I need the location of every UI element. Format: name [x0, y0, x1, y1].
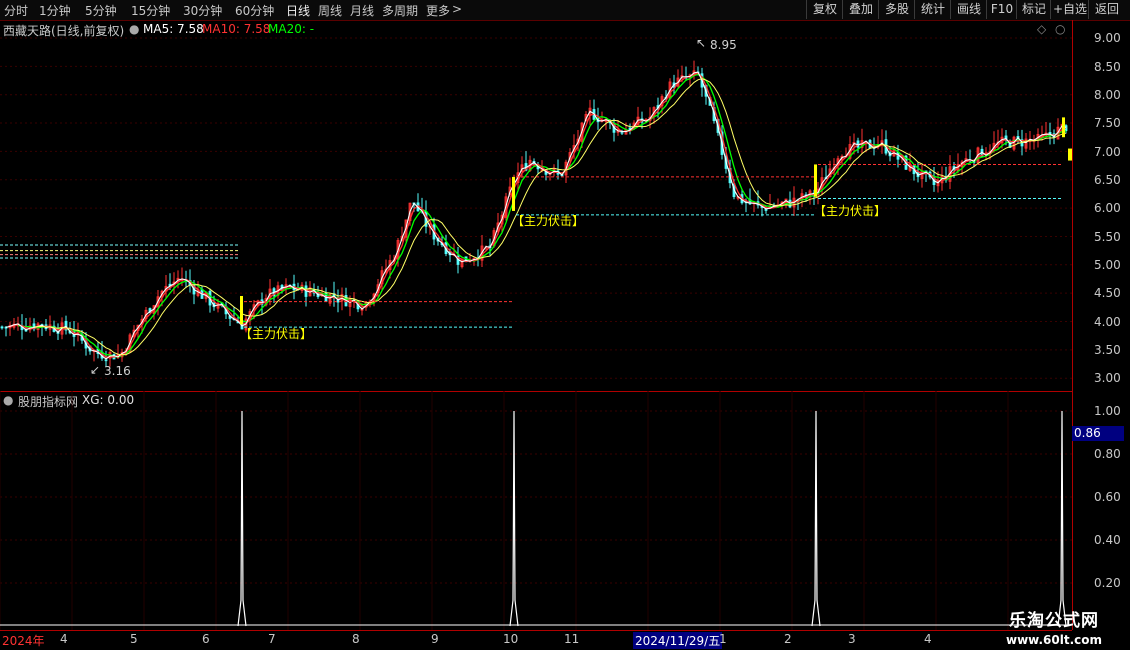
candle-body — [0, 326, 4, 329]
indicator-spike — [509, 410, 519, 627]
signal-label: 【主力伏击】 — [814, 204, 887, 218]
watermark-name: 乐淘公式网 — [1009, 611, 1099, 631]
signal-bar — [1062, 117, 1065, 138]
candle-body — [104, 359, 108, 362]
indicator-spike — [237, 410, 247, 627]
signal-bar — [240, 295, 243, 325]
date-tick: 1 — [719, 632, 727, 646]
date-tick: 11 — [564, 632, 580, 646]
date-tick: 4 — [60, 632, 68, 646]
high-marker: ↖ — [696, 36, 707, 50]
signal-label: 【主力伏击】 — [240, 327, 313, 341]
date-tick: 4 — [924, 632, 932, 646]
date-tick: 3 — [848, 632, 856, 646]
date-tick: 2 — [784, 632, 792, 646]
kline-chart — [0, 37, 1072, 630]
signal-label: 【主力伏击】 — [512, 214, 585, 228]
date-tick: 2024年 — [2, 634, 45, 648]
signal-bar — [814, 164, 817, 197]
date-tick: 9 — [431, 632, 439, 646]
cursor-date: 2024/11/29/五 — [633, 632, 723, 649]
low-marker: ↙ — [90, 363, 101, 377]
watermark-url: www.60lt.com — [1005, 633, 1103, 647]
date-tick: 10 — [503, 632, 519, 646]
indicator-spike — [811, 410, 821, 627]
watermark: 乐淘公式网 www.60lt.com — [984, 606, 1124, 647]
high-price-label: 8.95 — [710, 38, 737, 52]
signal-bar — [512, 176, 515, 211]
signal-bar — [1068, 148, 1072, 161]
date-tick: 6 — [202, 632, 210, 646]
low-price-label: 3.16 — [104, 364, 131, 378]
date-tick: 7 — [268, 632, 276, 646]
date-tick: 8 — [352, 632, 360, 646]
date-tick: 5 — [130, 632, 138, 646]
indicator-spike — [1057, 410, 1067, 627]
